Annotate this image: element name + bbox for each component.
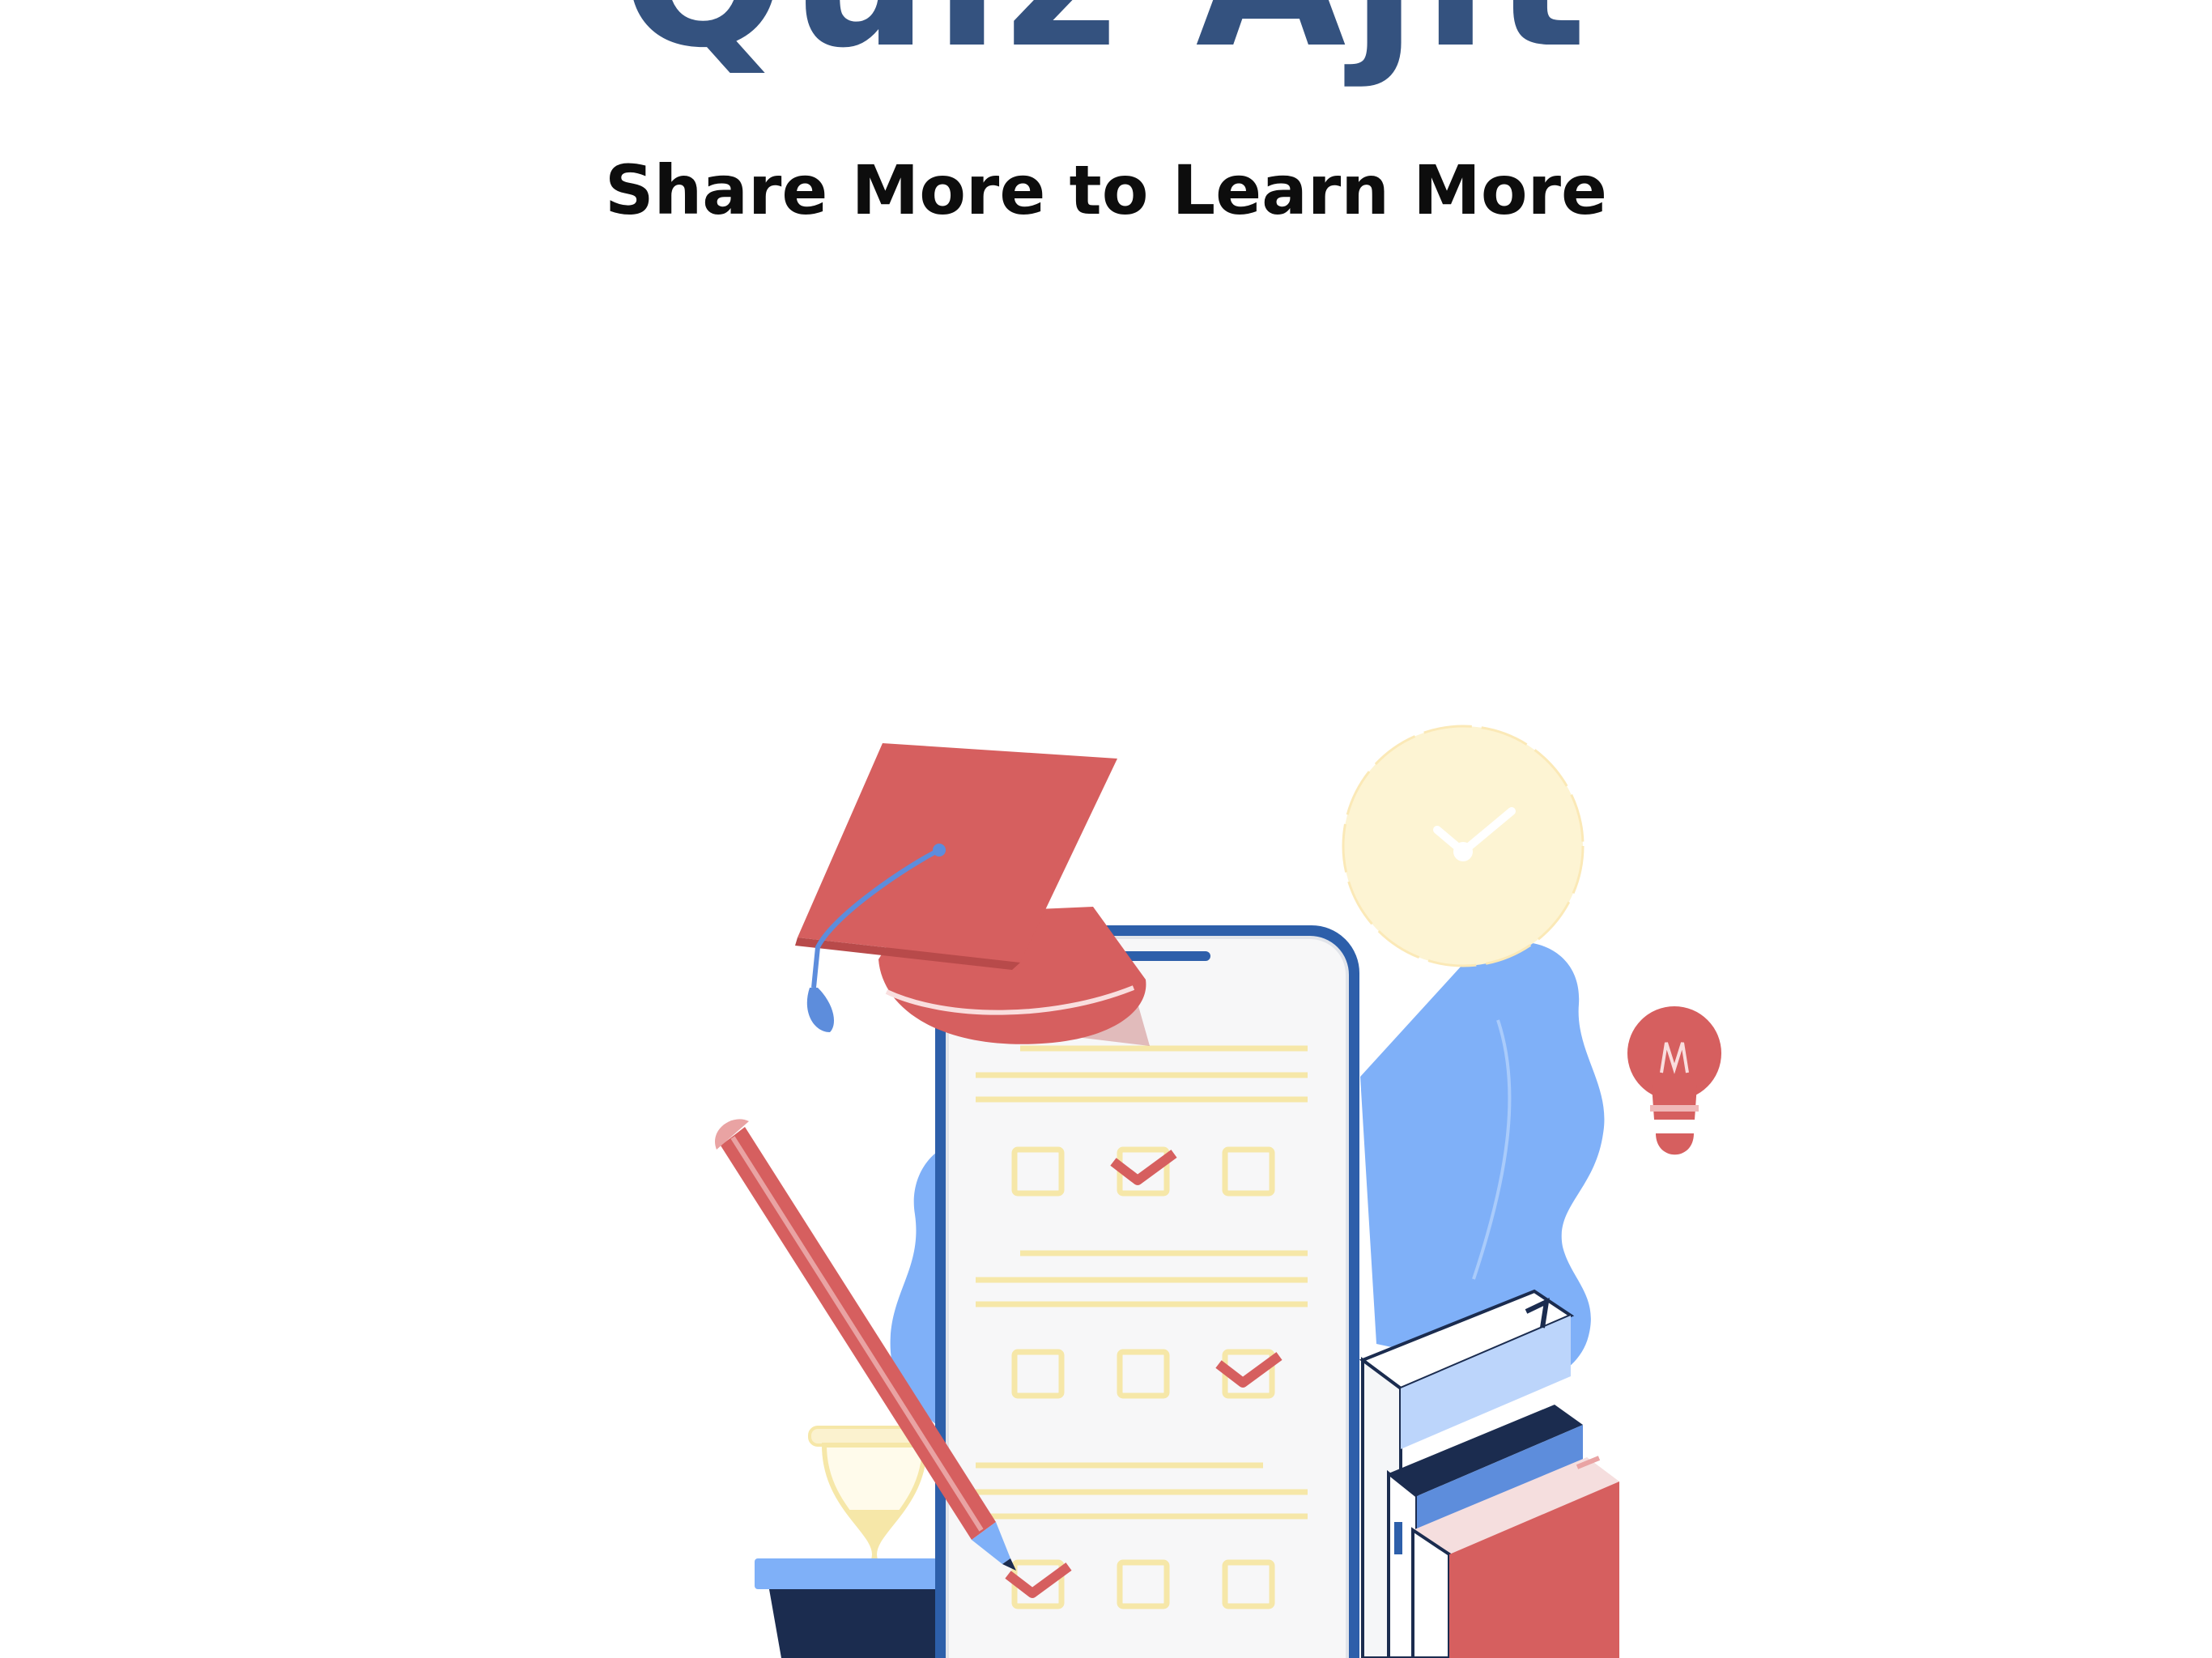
splash-screen: Quiz Ajit Share More to Learn More [0, 0, 2212, 1658]
clock-icon [1342, 725, 1585, 967]
graduation-cap-icon [795, 743, 1150, 1046]
app-title: Quiz Ajit [0, 0, 2212, 74]
tagline: Share More to Learn More [604, 151, 1607, 230]
lightbulb-icon [1627, 1006, 1721, 1155]
quiz-illustration [715, 725, 1721, 1658]
